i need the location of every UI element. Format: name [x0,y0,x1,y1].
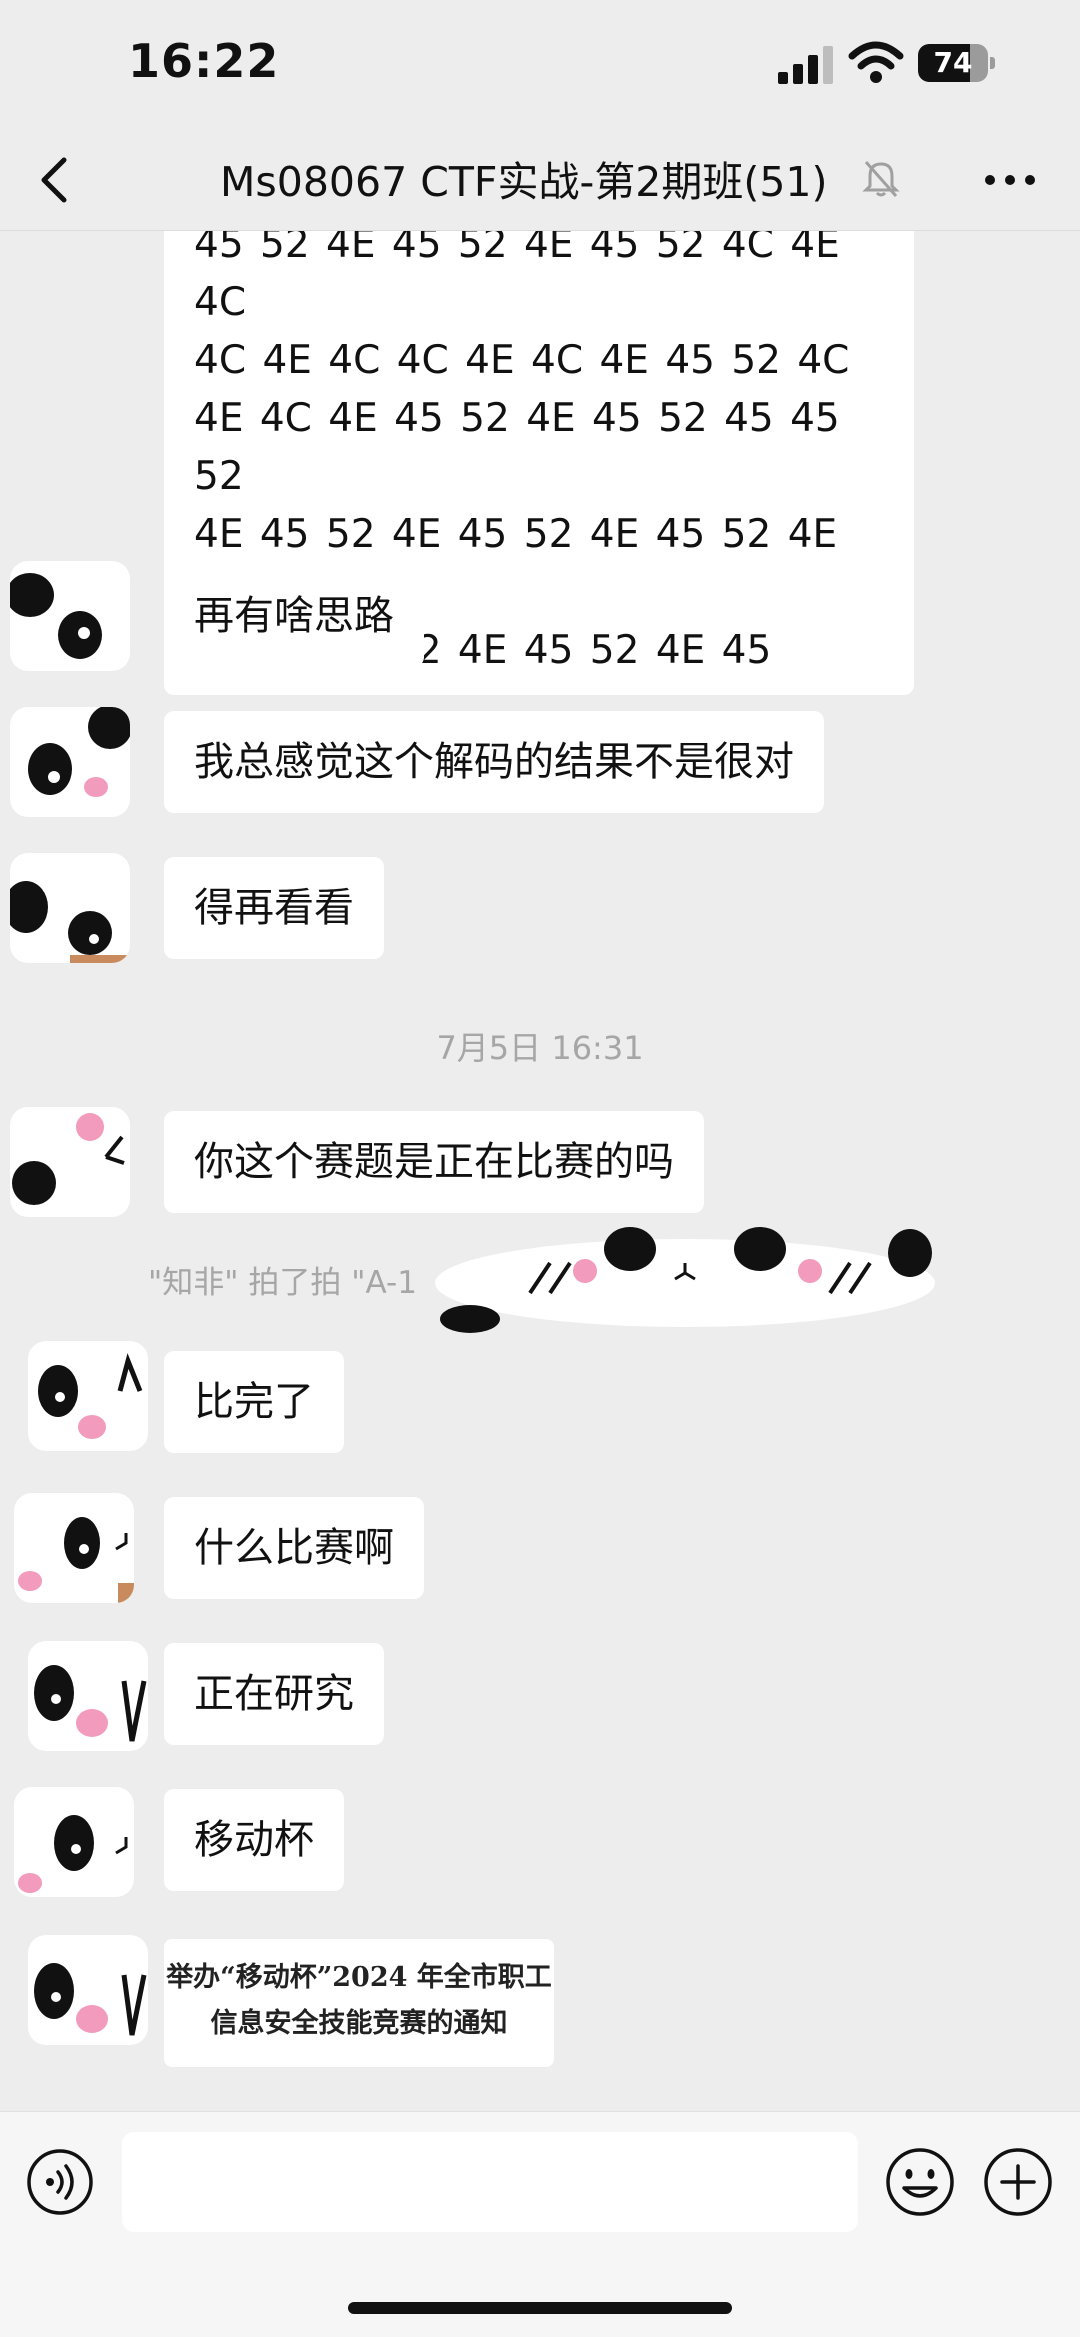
avatar[interactable] [10,561,130,671]
message-bubble[interactable]: 移动杯 [164,1789,344,1891]
timestamp: 7月5日 16:31 [436,1029,644,1067]
bell-off-icon [862,161,900,197]
avatar[interactable] [14,1493,134,1603]
more-dots-icon[interactable] [980,160,1040,200]
message-bubble[interactable]: 正在研究 [164,1643,384,1745]
message-list[interactable]: 45 52 4E 45 52 4E 45 52 4C 4E 4C 4C 4E 4… [0,231,1080,2111]
battery-icon: 74 [918,44,996,82]
message-input[interactable] [122,2132,858,2232]
message-bubble[interactable]: 我总感觉这个解码的结果不是很对 [164,711,824,813]
system-notice: "知非" 拍了拍 "A-1 [148,1265,417,1301]
hex-line: 4C 4E 4C 4C 4E 4C 4E 45 52 4C [194,338,850,383]
chat-title: Ms08067 CTF实战-第2期班(51) [220,158,828,206]
home-indicator [348,2302,732,2314]
avatar[interactable] [10,1107,130,1217]
avatar[interactable] [28,1641,148,1751]
message-bubble[interactable]: 你这个赛题是正在比赛的吗 [164,1111,704,1213]
voice-icon[interactable] [26,2148,94,2216]
card-title-line: 信息安全技能竞赛的通知 [210,2008,508,2039]
plus-icon[interactable] [982,2146,1054,2218]
cellular-signal-icon [778,46,833,84]
battery-percent: 74 [933,46,973,79]
avatar[interactable] [10,707,130,817]
avatar[interactable] [10,853,130,963]
chevron-left-icon[interactable] [30,150,80,210]
message-bubble[interactable]: 什么比赛啊 [164,1497,424,1599]
avatar[interactable] [28,1341,148,1451]
wifi-icon [848,41,904,83]
avatar[interactable] [14,1787,134,1897]
avatar[interactable] [28,1935,148,2045]
document-card[interactable]: 举办“移动杯”2024 年全市职工 信息安全技能竞赛的通知 [164,1939,554,2067]
card-title-line: 举办“移动杯”2024 年全市职工 [166,1962,552,1993]
input-bar [0,2111,1080,2337]
chat-header: Ms08067 CTF实战-第2期班(51) [0,130,1080,231]
status-bar: 16:22 74 [0,0,1080,130]
hex-line: 45 52 4E 45 52 4E 45 52 4C 4E 4C [194,231,840,325]
hex-line: 4E 4C 4E 45 52 4E 45 52 45 45 52 [194,396,840,499]
message-bubble[interactable]: 再有啥思路 [164,565,424,667]
message-bubble[interactable]: 得再看看 [164,857,384,959]
status-time: 16:22 [128,34,280,88]
message-bubble[interactable]: 比完了 [164,1351,344,1453]
emoji-icon[interactable] [884,2146,956,2218]
panda-sticker [435,1227,935,1333]
